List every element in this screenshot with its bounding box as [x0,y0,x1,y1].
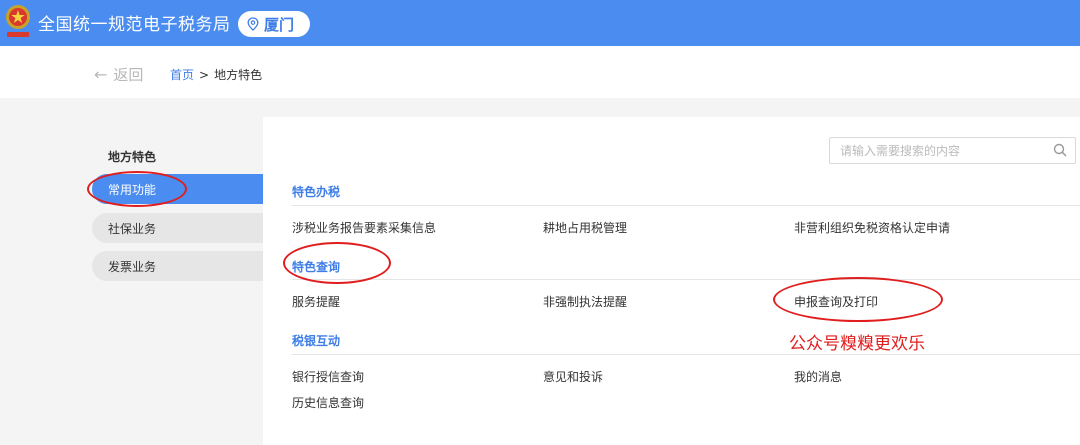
breadcrumb-separator: > [199,68,210,82]
tax-emblem-icon[interactable] [4,3,32,41]
location-pin-icon [247,17,259,31]
link-feedback-complaint[interactable]: 意见和投诉 [543,368,603,385]
site-title[interactable]: 全国统一规范电子税务局 [38,10,231,35]
back-label: 返回 [113,66,144,84]
search-icon[interactable] [1053,143,1067,157]
breadcrumb: 首页 > 地方特色 [170,66,262,83]
sidebar-heading: 地方特色 [108,150,157,164]
link-non-enforcement-reminder[interactable]: 非强制执法提醒 [543,293,627,310]
section-divider [292,205,1080,206]
city-label: 厦门 [264,15,295,34]
watermark-text: 公众号糗糗更欢乐 [789,334,925,354]
search-box [829,137,1076,164]
breadcrumb-current: 地方特色 [214,68,263,82]
city-selector[interactable]: 厦门 [238,11,310,37]
breadcrumb-bar: ← 返回 首页 > 地方特色 [0,46,1080,98]
main-content-panel: 特色办税 涉税业务报告要素采集信息 耕地占用税管理 非营利组织免税资格认定申请 … [263,117,1080,445]
link-service-reminder[interactable]: 服务提醒 [292,293,340,310]
breadcrumb-home-link[interactable]: 首页 [170,68,194,82]
arrow-left-icon: ← [94,65,108,84]
sidebar-item-common-functions[interactable]: 常用功能 [92,174,263,204]
section-divider [292,279,1080,280]
link-history-query[interactable]: 历史信息查询 [292,394,364,411]
back-button[interactable]: ← 返回 [94,64,143,85]
sidebar-item-invoice[interactable]: 发票业务 [92,251,263,281]
link-bank-credit-query[interactable]: 银行授信查询 [292,368,364,385]
section-title-tax-bank: 税银互动 [292,334,341,348]
top-header-bar: 全国统一规范电子税务局 厦门 [0,0,1080,46]
link-tax-report-info[interactable]: 涉税业务报告要素采集信息 [292,219,436,236]
link-declaration-query-print[interactable]: 申报查询及打印 [794,293,878,310]
search-input[interactable] [830,138,1040,163]
sidebar-item-social-security[interactable]: 社保业务 [92,213,263,243]
sidebar-item-label: 社保业务 [108,221,157,236]
section-title-featured-query: 特色查询 [292,260,341,274]
link-farmland-tax[interactable]: 耕地占用税管理 [543,219,627,236]
section-divider [292,354,1080,355]
sidebar-item-label: 常用功能 [108,182,157,197]
section-title-featured-tax: 特色办税 [292,185,341,199]
link-my-messages[interactable]: 我的消息 [794,368,842,385]
sidebar-item-label: 发票业务 [108,259,157,274]
link-nonprofit-exemption[interactable]: 非营利组织免税资格认定申请 [794,219,950,236]
